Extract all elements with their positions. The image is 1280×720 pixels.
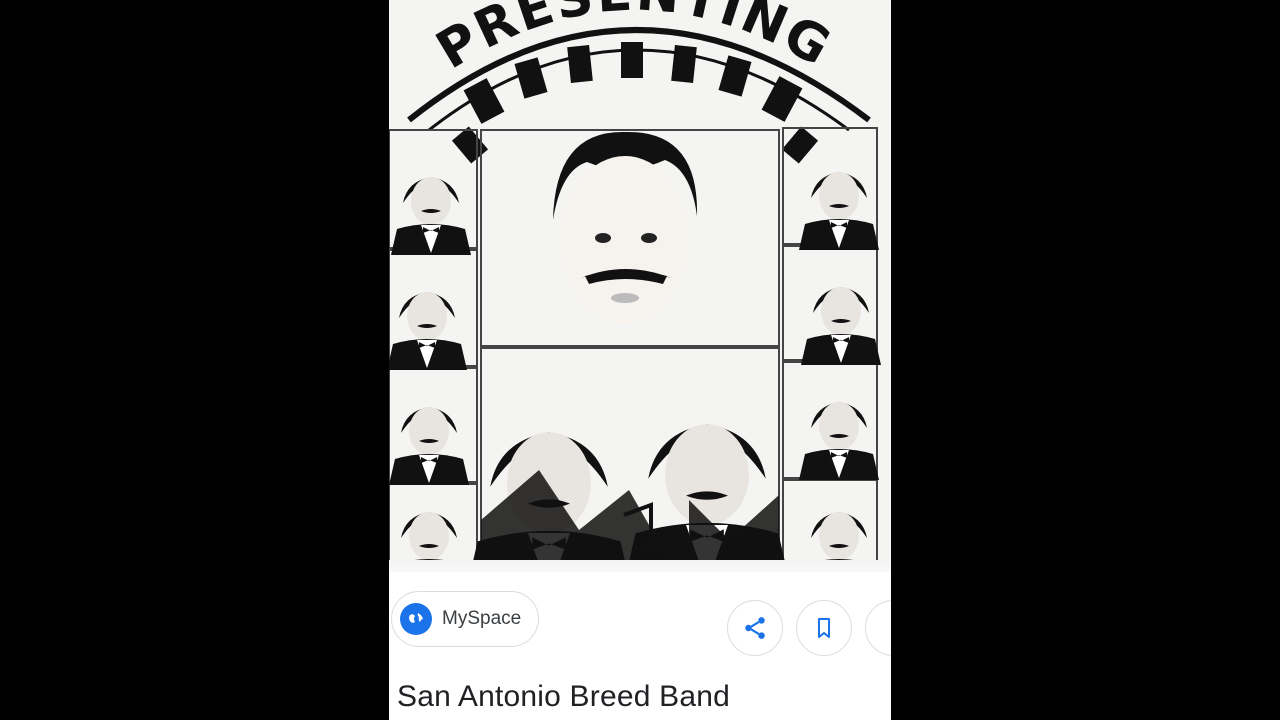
source-label: MySpace [442, 608, 522, 629]
band-photo-collage: PRESENTING [389, 0, 891, 572]
screen: PRESENTING [0, 0, 1280, 720]
phone-viewport: PRESENTING [389, 0, 891, 720]
result-image[interactable]: PRESENTING [389, 0, 891, 572]
globe-icon [400, 603, 432, 635]
result-title[interactable]: San Antonio Breed Band [397, 680, 730, 714]
image-bottom-edge [389, 560, 891, 572]
share-button[interactable] [727, 600, 783, 656]
bookmark-icon [818, 618, 830, 638]
share-icon [745, 617, 765, 639]
save-button[interactable] [796, 600, 852, 656]
source-chip[interactable]: MySpace [391, 591, 539, 647]
more-button[interactable] [865, 600, 891, 656]
